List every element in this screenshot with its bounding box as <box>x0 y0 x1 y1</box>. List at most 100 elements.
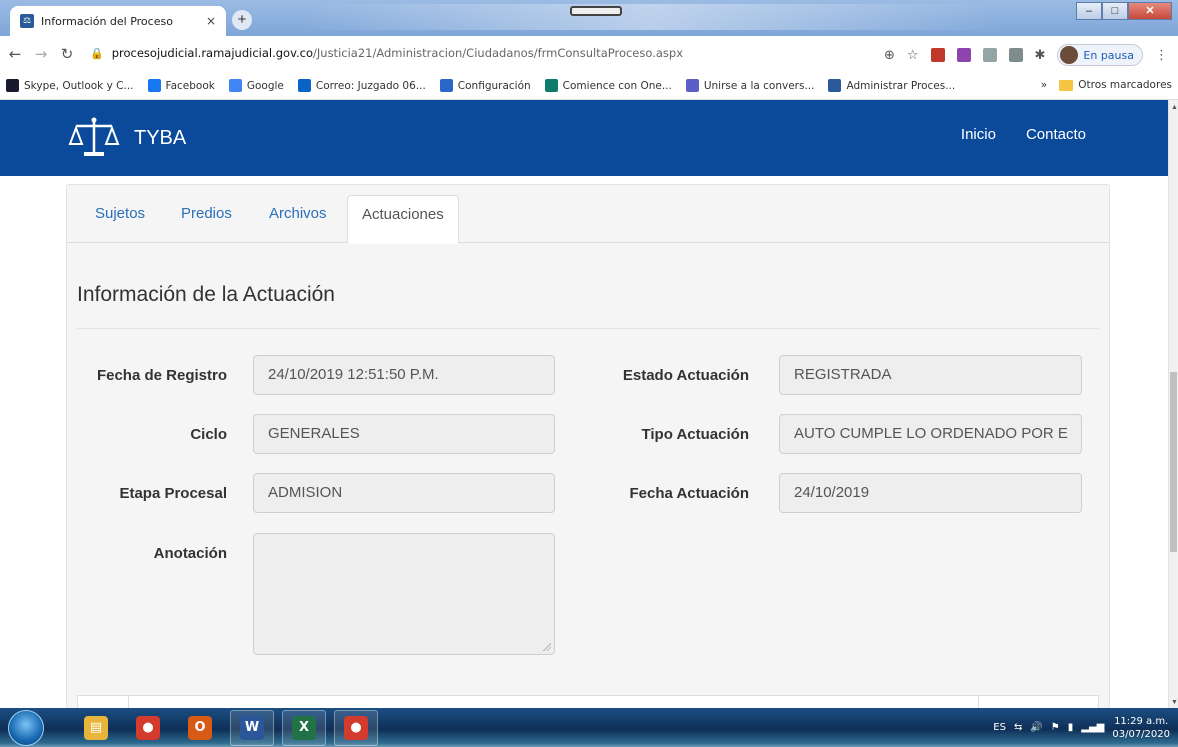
tab-archivos[interactable]: Archivos <box>269 205 327 222</box>
bookmark-item[interactable]: Unirse a la convers... <box>685 79 815 92</box>
network-icon[interactable]: ⇆ <box>1014 722 1022 733</box>
bookmark-item[interactable]: Administrar Proces... <box>828 79 955 92</box>
scales-of-justice-icon <box>68 117 120 156</box>
url-host: procesojudicial.ramajudicial.gov.co <box>111 46 314 60</box>
close-window-button[interactable]: ✕ <box>1128 2 1172 20</box>
taskbar-app-button[interactable]: ▤ <box>74 710 118 746</box>
extension-icon[interactable] <box>930 48 945 62</box>
clock-time: 11:29 a.m. <box>1114 715 1169 727</box>
maximize-button[interactable]: □ <box>1102 2 1128 20</box>
bookmark-item[interactable]: Configuración <box>439 79 531 92</box>
nav-home-link[interactable]: Inicio <box>961 126 996 143</box>
tyba-icon <box>828 79 842 92</box>
etapa-procesal-field: ADMISION <box>253 473 555 513</box>
window-drag-region[interactable] <box>570 6 622 16</box>
tab-predios[interactable]: Predios <box>181 205 232 222</box>
page-viewport: TYBA Inicio Contacto Sujetos Predios Arc… <box>0 100 1178 708</box>
section-divider <box>77 328 1099 329</box>
taskbar-clock[interactable]: 11:29 a.m. 03/07/2020 <box>1112 715 1170 741</box>
back-icon[interactable]: ← <box>4 45 26 63</box>
system-tray: ES ⇆ 🔊 ⚑ ▮ ▂▄▆ 11:29 a.m. 03/07/2020 <box>993 708 1170 747</box>
ciclo-field: GENERALES <box>253 414 555 454</box>
taskbar-app-button[interactable]: ● <box>334 709 378 746</box>
other-bookmarks-label: Otros marcadores <box>1078 79 1172 91</box>
tipo-actuacion-label: Tipo Actuación <box>641 426 749 443</box>
window-controls: – □ ✕ <box>1076 2 1172 20</box>
address-bar-row: ← → ↻ 🔒 procesojudicial.ramajudicial.gov… <box>0 36 1178 72</box>
browser-tab[interactable]: ⚖ Información del Proceso × <box>10 6 226 36</box>
table-column-divider <box>978 696 979 708</box>
bookmark-label: Comience con One... <box>562 79 672 92</box>
url-field[interactable]: 🔒 procesojudicial.ramajudicial.gov.co/Ju… <box>90 41 880 65</box>
brand[interactable]: TYBA <box>68 116 186 160</box>
bookmark-label: Google <box>246 79 284 92</box>
bookmark-label: Unirse a la convers... <box>703 79 815 92</box>
windows-taskbar: ▤ ● O W X ● ES ⇆ 🔊 ⚑ ▮ ▂▄▆ 11:29 a.m. 03/07/2… <box>0 708 1178 747</box>
taskbar-app-button[interactable]: ● <box>126 710 170 746</box>
other-bookmarks-folder[interactable]: Otros marcadores <box>1059 79 1172 91</box>
profile-label: En pausa <box>1083 48 1134 62</box>
browser-titlebar: ⚖ Información del Proceso × + – □ ✕ <box>0 0 1178 36</box>
excel-icon: X <box>292 715 316 740</box>
forward-icon[interactable]: → <box>30 45 52 63</box>
tyba-favicon-icon: ⚖ <box>20 14 34 28</box>
new-tab-button[interactable]: + <box>232 10 252 30</box>
actions-table-header <box>77 695 1099 708</box>
bookmarks-overflow: » Otros marcadores <box>1041 79 1172 91</box>
bookmark-item[interactable]: Skype, Outlook y C... <box>6 79 134 92</box>
extension-icon[interactable] <box>982 48 997 62</box>
estado-actuacion-field: REGISTRADA <box>779 355 1082 395</box>
avatar <box>1060 46 1079 64</box>
page-scrollbar[interactable]: ▲ ▼ <box>1168 100 1178 708</box>
language-indicator[interactable]: ES <box>993 722 1006 733</box>
bookmark-item[interactable]: Google <box>228 79 284 92</box>
scroll-up-icon[interactable]: ▲ <box>1171 104 1178 111</box>
anotacion-textarea[interactable] <box>253 533 555 655</box>
reload-icon[interactable]: ↻ <box>56 45 78 63</box>
clock-date: 03/07/2020 <box>1112 728 1170 740</box>
signal-icon[interactable]: ▂▄▆ <box>1081 722 1104 733</box>
action-center-icon[interactable]: ⚑ <box>1051 722 1060 733</box>
scrollbar-thumb[interactable] <box>1170 372 1177 552</box>
nav-contact-link[interactable]: Contacto <box>1026 126 1086 143</box>
taskbar-apps: ▤ ● O W X ● <box>66 709 378 746</box>
word-icon: W <box>240 715 264 740</box>
profile-button[interactable]: En pausa <box>1057 44 1143 66</box>
power-icon[interactable]: ▮ <box>1068 722 1074 733</box>
chrome-icon: ● <box>136 715 160 740</box>
tab-title: Información del Proceso <box>41 14 173 28</box>
bookmark-label: Administrar Proces... <box>846 79 956 92</box>
teams-icon <box>685 79 699 92</box>
bookmark-item[interactable]: Comience con One... <box>544 79 672 92</box>
taskbar-app-button[interactable]: W <box>230 709 274 746</box>
bookmark-item[interactable]: Correo: Juzgado 06... <box>297 79 426 92</box>
brand-name: TYBA <box>134 126 187 149</box>
tab-close-icon[interactable]: × <box>206 14 216 28</box>
menu-kebab-icon[interactable]: ⋮ <box>1155 48 1168 63</box>
volume-icon[interactable]: 🔊 <box>1030 722 1042 733</box>
start-button[interactable] <box>8 709 44 746</box>
url-path: /Justicia21/Administracion/Ciudadanos/fr… <box>313 46 684 60</box>
zoom-icon[interactable]: ⊕ <box>884 48 895 63</box>
process-info-panel: Sujetos Predios Archivos Actuaciones Inf… <box>66 184 1110 708</box>
bookmark-item[interactable]: Facebook <box>147 79 215 92</box>
minimize-button[interactable]: – <box>1076 2 1102 20</box>
tab-actuaciones[interactable]: Actuaciones <box>347 195 459 244</box>
extension-icon[interactable] <box>1008 48 1023 62</box>
skype-icon <box>6 79 19 92</box>
fecha-registro-label: Fecha de Registro <box>96 367 227 384</box>
section-title: Información de la Actuación <box>77 283 335 306</box>
resize-handle[interactable] <box>543 643 551 651</box>
puzzle-extensions-icon[interactable]: ✱ <box>1035 48 1046 63</box>
extension-icon[interactable] <box>956 48 971 62</box>
bookmark-star-icon[interactable]: ☆ <box>907 48 919 63</box>
scroll-down-icon[interactable]: ▼ <box>1171 699 1178 706</box>
bookmark-label: Facebook <box>165 79 215 92</box>
bookmark-label: Correo: Juzgado 06... <box>315 79 426 92</box>
estado-actuacion-label: Estado Actuación <box>622 367 749 384</box>
tab-sujetos[interactable]: Sujetos <box>95 205 145 222</box>
bookmarks-more-button[interactable]: » <box>1041 79 1047 91</box>
taskbar-app-button[interactable]: X <box>282 709 326 746</box>
bookmark-label: Skype, Outlook y C... <box>24 79 134 92</box>
taskbar-app-button[interactable]: O <box>178 710 222 746</box>
